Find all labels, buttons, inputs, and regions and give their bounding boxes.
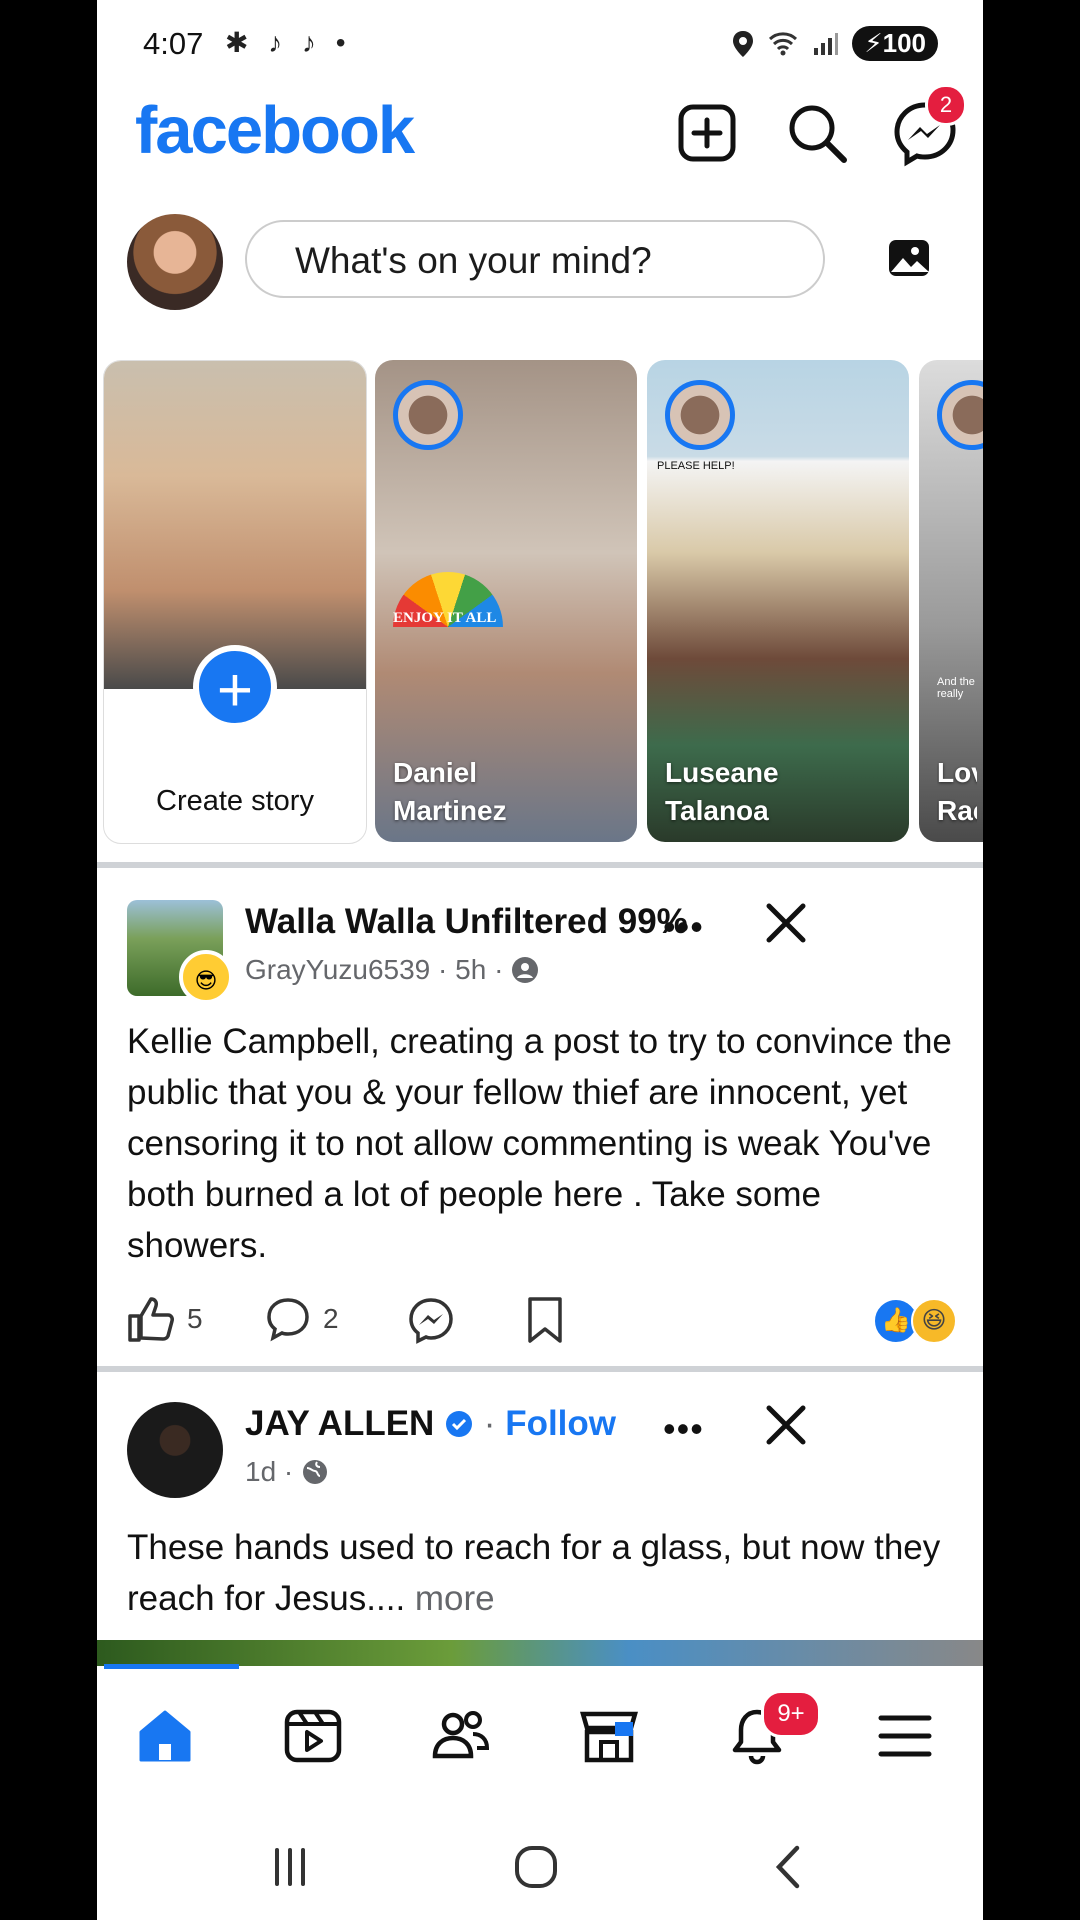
bottom-nav: 9+ xyxy=(97,1670,983,1800)
composer-input[interactable]: What's on your mind? xyxy=(245,220,825,298)
post-meta: 1d · xyxy=(245,1456,329,1488)
create-story-photo xyxy=(104,361,366,689)
post-options-button[interactable]: ••• xyxy=(663,1408,704,1450)
post-time: 5h xyxy=(455,954,487,985)
globe-icon xyxy=(303,1460,328,1484)
like-count: 5 xyxy=(187,1303,203,1334)
marketplace-icon[interactable] xyxy=(579,1706,639,1766)
facebook-app: 4:07 ✱ ♪ ♪ • ⚡100 facebook 2 What's on y… xyxy=(97,0,983,1920)
signal-icon xyxy=(814,32,839,55)
system-nav-bar xyxy=(97,1812,983,1920)
messenger-share-icon[interactable] xyxy=(407,1296,455,1344)
story-overlay-text: ENJOY IT ALL xyxy=(393,610,497,626)
story-name: Daniel Martinez xyxy=(393,757,507,826)
back-icon[interactable] xyxy=(765,1842,815,1892)
composer: What's on your mind? xyxy=(97,210,983,310)
reactions-summary[interactable]: 👍 😆 xyxy=(873,1298,957,1344)
post-text-container: These hands used to reach for a glass, b… xyxy=(127,1522,957,1624)
friends-icon[interactable] xyxy=(431,1706,491,1766)
home-icon[interactable] xyxy=(135,1706,195,1766)
see-more-link[interactable]: more xyxy=(415,1579,495,1618)
create-post-icon[interactable] xyxy=(672,98,742,168)
post-text: Kellie Campbell, creating a post to try … xyxy=(127,1022,952,1265)
post-author[interactable]: GrayYuzu6539 xyxy=(245,954,430,985)
battery-level: 100 xyxy=(882,28,926,58)
post-text: These hands used to reach for a glass, b… xyxy=(127,1528,941,1618)
stories-tray: + Create story ENJOY IT ALL Daniel Marti… xyxy=(97,358,983,848)
location-icon xyxy=(733,30,754,57)
search-icon[interactable] xyxy=(782,98,852,168)
members-icon xyxy=(512,957,539,983)
feed-post: 😎 Walla Walla Unfiltered 99% GrayYuzu653… xyxy=(97,888,983,1358)
create-story-label: Create story xyxy=(156,785,314,817)
profile-avatar[interactable] xyxy=(127,214,223,310)
status-time: 4:07 xyxy=(143,26,204,61)
feed-separator xyxy=(97,1366,983,1372)
follow-button[interactable]: Follow xyxy=(505,1404,616,1443)
notifications-badge: 9+ xyxy=(761,1690,821,1738)
story-avatar xyxy=(937,380,983,450)
like-icon xyxy=(128,1297,174,1342)
photo-icon[interactable] xyxy=(887,236,931,280)
comment-button[interactable]: 2 xyxy=(265,1296,339,1342)
story-card[interactable]: PLEASE HELP! Luseane Talanoa xyxy=(647,360,909,842)
post-time: 1d xyxy=(245,1456,277,1487)
post-meta: GrayYuzu6539 · 5h · xyxy=(245,954,539,986)
story-card[interactable]: And the really Lov Rac xyxy=(919,360,983,842)
post-title-row: JAY ALLEN · Follow xyxy=(245,1404,616,1443)
sunglasses-avatar-icon: 😎 xyxy=(179,950,233,1004)
story-name: Luseane Talanoa xyxy=(665,757,779,826)
post-author[interactable]: JAY ALLEN xyxy=(245,1404,434,1443)
story-name: Lov Rac xyxy=(937,757,977,826)
wifi-icon xyxy=(769,31,798,55)
video-icon[interactable] xyxy=(283,1706,343,1766)
story-card[interactable]: ENJOY IT ALL Daniel Martinez xyxy=(375,360,637,842)
haha-reaction-icon: 😆 xyxy=(911,1298,957,1344)
notification-icons: ✱ ♪ ♪ • xyxy=(225,27,352,58)
post-title[interactable]: Walla Walla Unfiltered 99% xyxy=(245,902,688,942)
like-button[interactable]: 5 xyxy=(127,1296,203,1342)
close-icon[interactable] xyxy=(761,898,811,948)
comment-count: 2 xyxy=(323,1303,339,1334)
post-media-preview[interactable] xyxy=(97,1640,983,1666)
status-right: ⚡100 xyxy=(732,26,938,61)
home-button-icon[interactable] xyxy=(511,1842,561,1892)
status-bar: 4:07 ✱ ♪ ♪ • ⚡100 xyxy=(97,18,983,74)
create-story-card[interactable]: + Create story xyxy=(103,360,367,844)
feed-separator xyxy=(97,862,983,868)
verified-badge-icon xyxy=(446,1411,473,1437)
add-story-icon[interactable]: + xyxy=(193,645,277,729)
story-avatar xyxy=(665,380,735,450)
story-overlay-text: PLEASE HELP! xyxy=(657,460,735,472)
post-actions: 5 2 👍 😆 xyxy=(127,1296,957,1346)
app-header: facebook 2 xyxy=(97,84,983,178)
tab-indicator xyxy=(104,1664,239,1669)
messenger-badge: 2 xyxy=(925,84,967,126)
battery-indicator: ⚡100 xyxy=(852,26,938,61)
menu-icon[interactable] xyxy=(875,1706,935,1766)
facebook-logo[interactable]: facebook xyxy=(135,92,415,169)
story-avatar xyxy=(393,380,463,450)
post-options-button[interactable]: ••• xyxy=(663,906,704,948)
comment-icon xyxy=(267,1298,309,1342)
author-avatar[interactable] xyxy=(127,1402,223,1498)
close-icon[interactable] xyxy=(761,1400,811,1450)
save-icon[interactable] xyxy=(525,1296,565,1344)
feed-post: JAY ALLEN · Follow 1d · ••• These hands … xyxy=(97,1390,983,1640)
story-overlay-text: And the really xyxy=(937,676,975,700)
recent-apps-icon[interactable] xyxy=(265,1842,315,1892)
